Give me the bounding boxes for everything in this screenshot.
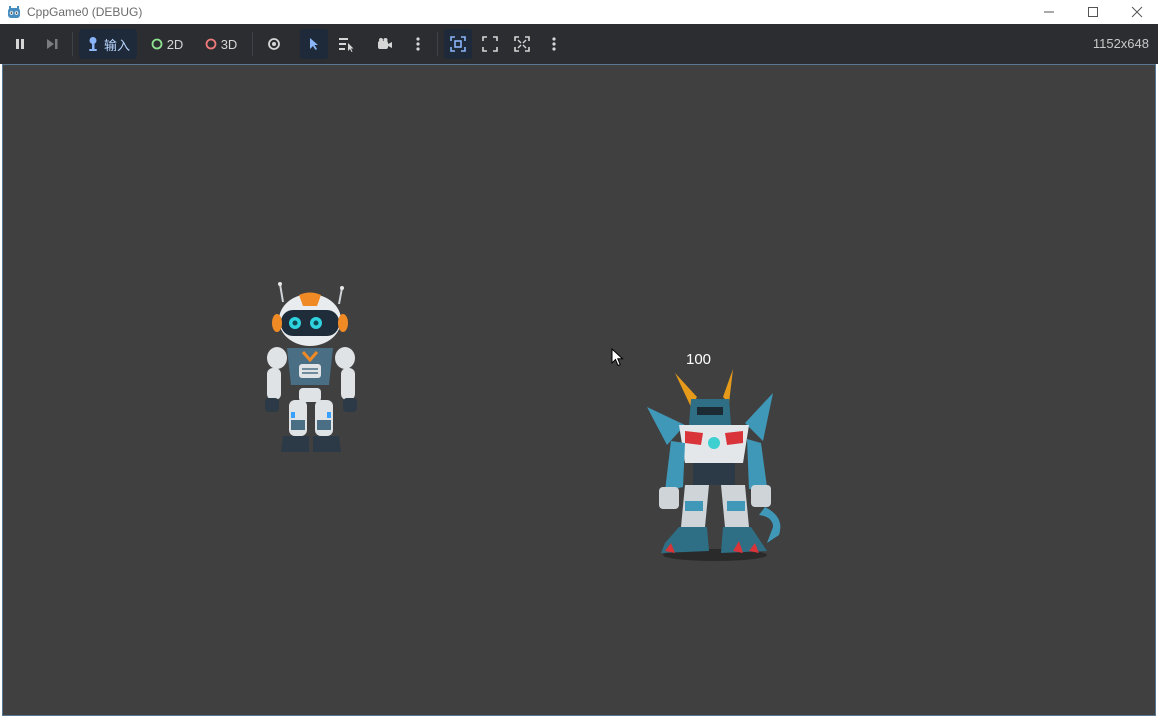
maximize-button[interactable] bbox=[1070, 0, 1116, 24]
eye-icon bbox=[268, 38, 280, 50]
mode-2d-label: 2D bbox=[166, 36, 184, 52]
window-title: CppGame0 (DEBUG) bbox=[27, 5, 143, 19]
close-button[interactable] bbox=[1114, 0, 1158, 24]
mode-3d-button[interactable]: 3D bbox=[198, 29, 244, 59]
fullscreen-icon bbox=[482, 36, 498, 52]
close-icon bbox=[1131, 6, 1143, 18]
keep-aspect-button[interactable] bbox=[478, 29, 502, 59]
minimize-icon bbox=[1044, 11, 1054, 13]
circle-2d-icon bbox=[151, 38, 163, 50]
step-frame-button[interactable] bbox=[40, 29, 64, 59]
game-viewport[interactable]: 100 bbox=[2, 64, 1156, 716]
toolbar-separator bbox=[437, 32, 438, 56]
circle-3d-icon bbox=[205, 38, 217, 50]
godot-logo-icon bbox=[8, 6, 20, 18]
stretch-button[interactable] bbox=[510, 29, 534, 59]
arrow-cursor-icon bbox=[310, 38, 318, 50]
embed-game-button[interactable] bbox=[444, 29, 472, 59]
title-bar: CppGame0 (DEBUG) bbox=[0, 0, 1158, 24]
mouse-cursor-icon bbox=[611, 348, 624, 367]
step-forward-icon bbox=[47, 39, 58, 49]
toolbar-separator bbox=[252, 32, 253, 56]
pause-button[interactable] bbox=[8, 29, 32, 59]
list-select-button[interactable] bbox=[333, 29, 359, 59]
mode-3d-label: 3D bbox=[220, 36, 238, 52]
player-robot-sprite bbox=[265, 282, 357, 452]
mode-2d-button[interactable]: 2D bbox=[144, 29, 190, 59]
camera-options-menu-button[interactable] bbox=[408, 29, 428, 59]
minimize-button[interactable] bbox=[1026, 0, 1072, 24]
enemy-mech-sprite bbox=[647, 369, 781, 561]
game-toolbar: 输入 2D 3D 1152x648 bbox=[0, 24, 1158, 64]
input-label: 输入 bbox=[103, 37, 130, 53]
pause-icon bbox=[16, 39, 24, 49]
joystick-icon bbox=[88, 37, 97, 51]
maximize-icon bbox=[1088, 7, 1098, 17]
select-mode-button[interactable] bbox=[300, 29, 328, 59]
enemy-hp-label: 100 bbox=[686, 351, 712, 368]
list-select-icon bbox=[339, 38, 354, 52]
toolbar-separator bbox=[72, 32, 73, 56]
input-toggle-button[interactable]: 输入 bbox=[79, 29, 137, 59]
camera-button[interactable] bbox=[372, 29, 398, 59]
expand-icon bbox=[514, 36, 530, 52]
vertical-dots-icon bbox=[416, 37, 420, 51]
embed-window-icon bbox=[450, 36, 466, 52]
visibility-button[interactable] bbox=[262, 29, 286, 59]
vertical-dots-icon bbox=[552, 37, 556, 51]
embed-options-menu-button[interactable] bbox=[544, 29, 564, 59]
resolution-label: 1152x648 bbox=[1092, 36, 1149, 51]
camera-icon bbox=[378, 38, 392, 49]
